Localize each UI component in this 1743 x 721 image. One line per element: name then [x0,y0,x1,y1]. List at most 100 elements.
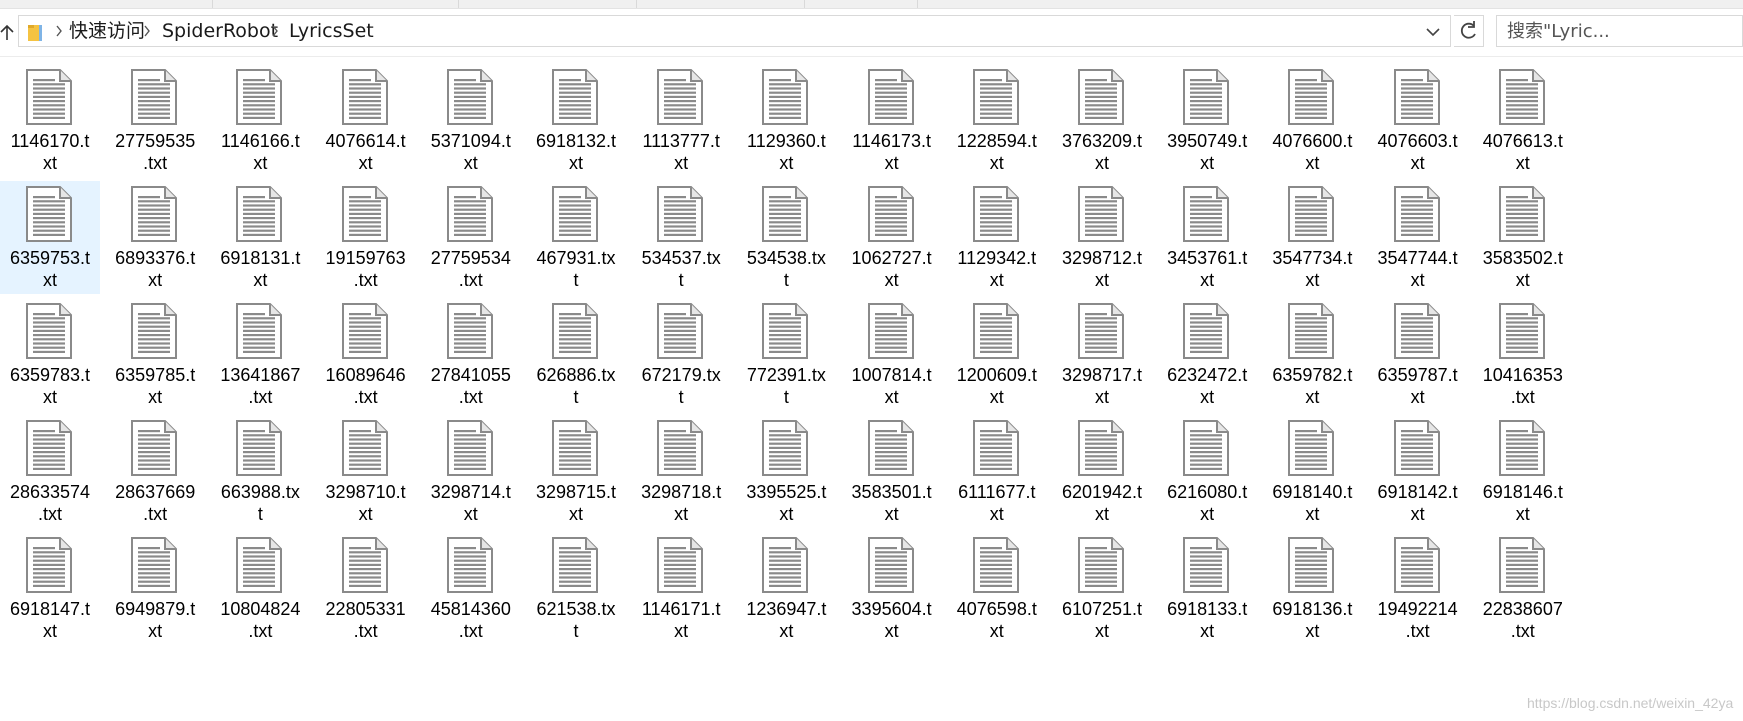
file-item[interactable]: 663988.tx t [210,415,310,528]
search-input[interactable] [1507,16,1742,46]
file-item[interactable]: 6949879.t xt [105,532,205,645]
file-item[interactable]: 672179.tx t [631,298,731,411]
file-item[interactable]: 534538.tx t [736,181,836,294]
file-item[interactable]: 27841055 .txt [421,298,521,411]
text-file-icon [762,69,809,125]
file-item[interactable]: 22805331 .txt [316,532,416,645]
file-item[interactable]: 467931.tx t [526,181,626,294]
file-item[interactable]: 22838607 .txt [1473,532,1573,645]
chevron-right-icon[interactable] [269,16,281,46]
text-file-icon [762,537,809,593]
file-item[interactable]: 28633574 .txt [0,415,100,528]
file-item[interactable]: 1236947.t xt [736,532,836,645]
file-item[interactable]: 6359753.t xt [0,181,100,294]
file-item[interactable]: 1146173.t xt [842,64,942,177]
file-item[interactable]: 3298714.t xt [421,415,521,528]
file-item[interactable]: 1146166.t xt [210,64,310,177]
file-name-line2: xt [568,153,583,173]
file-item[interactable]: 3950749.t xt [1157,64,1257,177]
file-item[interactable]: 772391.tx t [736,298,836,411]
file-item[interactable]: 534537.tx t [631,181,731,294]
file-item[interactable]: 6918131.t xt [210,181,310,294]
file-item[interactable]: 3298717.t xt [1052,298,1152,411]
file-item[interactable]: 3395604.t xt [842,532,942,645]
file-item[interactable]: 1200609.t xt [947,298,1047,411]
file-item[interactable]: 13641867 .txt [210,298,310,411]
file-item[interactable]: 621538.tx t [526,532,626,645]
breadcrumb-quick-access[interactable]: 快速访问 [69,16,145,46]
breadcrumb-spiderrobot[interactable]: SpiderRobot [162,16,278,46]
file-item[interactable]: 27759534 .txt [421,181,521,294]
address-bar[interactable]: 快速访问 SpiderRobot LyricsSet [18,15,1451,47]
file-item[interactable]: 6201942.t xt [1052,415,1152,528]
file-item[interactable]: 3547744.t xt [1368,181,1468,294]
file-item[interactable]: 5371094.t xt [421,64,521,177]
file-item[interactable]: 6918142.t xt [1368,415,1468,528]
file-item[interactable]: 6359785.t xt [105,298,205,411]
file-item[interactable]: 4076613.t xt [1473,64,1573,177]
file-name-line2: t [573,270,579,290]
file-item[interactable]: 45814360 .txt [421,532,521,645]
breadcrumb-lyricsset[interactable]: LyricsSet [289,16,374,46]
file-name-line2: .txt [1405,621,1430,641]
file-item[interactable]: 1146171.t xt [631,532,731,645]
text-file-icon [972,69,1019,125]
file-item[interactable]: 6359783.t xt [0,298,100,411]
file-item[interactable]: 6107251.t xt [1052,532,1152,645]
file-name: 3950749.t xt [1157,130,1257,174]
file-item[interactable]: 3395525.t xt [736,415,836,528]
file-item[interactable]: 1129342.t xt [947,181,1047,294]
file-item[interactable]: 1113777.t xt [631,64,731,177]
file-item[interactable]: 6918147.t xt [0,532,100,645]
file-item[interactable]: 3763209.t xt [1052,64,1152,177]
file-item[interactable]: 6111677.t xt [947,415,1047,528]
file-item[interactable]: 3583502.t xt [1473,181,1573,294]
file-item[interactable]: 1062727.t xt [842,181,942,294]
chevron-right-icon[interactable] [141,16,153,46]
file-item[interactable]: 19159763 .txt [316,181,416,294]
file-name: 534537.tx t [631,247,731,291]
file-item[interactable]: 626886.tx t [526,298,626,411]
file-item[interactable]: 28637669 .txt [105,415,205,528]
file-item[interactable]: 4076600.t xt [1262,64,1362,177]
file-item[interactable]: 16089646 .txt [316,298,416,411]
file-item[interactable]: 3298710.t xt [316,415,416,528]
file-item[interactable]: 6232472.t xt [1157,298,1257,411]
file-item[interactable]: 3453761.t xt [1157,181,1257,294]
file-item[interactable]: 1007814.t xt [842,298,942,411]
file-item[interactable]: 3298718.t xt [631,415,731,528]
chevron-right-icon[interactable] [53,16,65,46]
file-item[interactable]: 10416353 .txt [1473,298,1573,411]
file-item[interactable]: 6918140.t xt [1262,415,1362,528]
file-name-line2: xt [884,270,899,290]
file-item[interactable]: 6359787.t xt [1368,298,1468,411]
file-item[interactable]: 19492214 .txt [1368,532,1468,645]
file-item[interactable]: 3298712.t xt [1052,181,1152,294]
file-item[interactable]: 6359782.t xt [1262,298,1362,411]
file-name: 1146171.t xt [631,598,731,642]
file-item[interactable]: 4076598.t xt [947,532,1047,645]
file-item[interactable]: 1129360.t xt [736,64,836,177]
file-item[interactable]: 4076603.t xt [1368,64,1468,177]
file-item[interactable]: 6918146.t xt [1473,415,1573,528]
file-name-line2: xt [1305,387,1320,407]
file-item[interactable]: 3583501.t xt [842,415,942,528]
file-item[interactable]: 6918133.t xt [1157,532,1257,645]
file-item[interactable]: 6216080.t xt [1157,415,1257,528]
text-file-icon [1288,303,1335,359]
file-item[interactable]: 6893376.t xt [105,181,205,294]
file-name-line1: 28637669 [115,482,196,502]
file-item[interactable]: 1228594.t xt [947,64,1047,177]
file-item[interactable]: 6918136.t xt [1262,532,1362,645]
file-item[interactable]: 1146170.t xt [0,64,100,177]
file-item[interactable]: 27759535 .txt [105,64,205,177]
refresh-button[interactable] [1454,15,1484,47]
up-arrow-button[interactable] [0,18,14,46]
file-item[interactable]: 6918132.t xt [526,64,626,177]
file-item[interactable]: 3298715.t xt [526,415,626,528]
chevron-down-icon[interactable] [1423,22,1443,42]
file-item[interactable]: 3547734.t xt [1262,181,1362,294]
file-item[interactable]: 4076614.t xt [316,64,416,177]
search-box[interactable] [1496,15,1743,47]
file-item[interactable]: 10804824 .txt [210,532,310,645]
